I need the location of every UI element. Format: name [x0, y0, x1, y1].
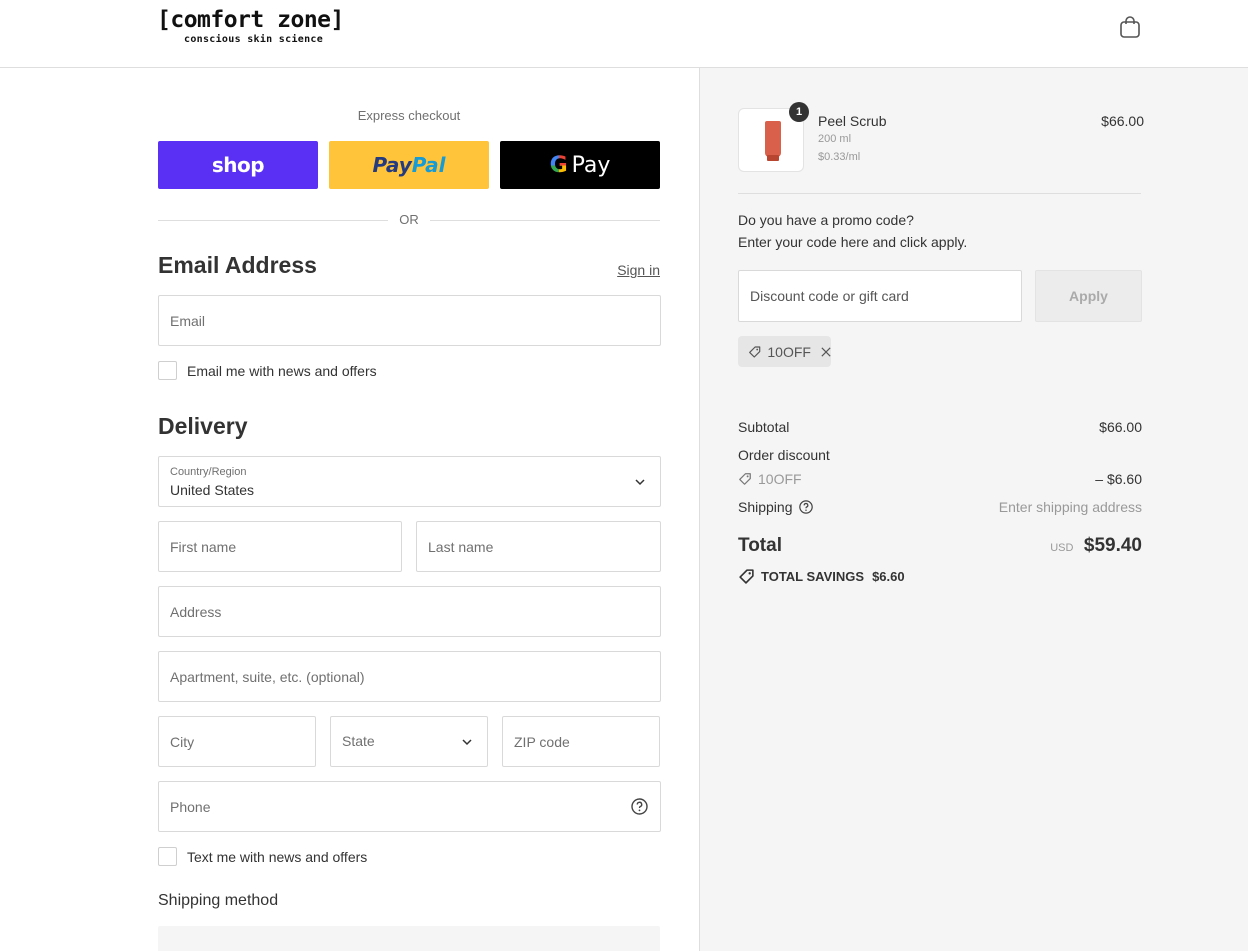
- shipping-row: Shipping: [738, 499, 813, 515]
- country-select[interactable]: Country/Region United States: [158, 456, 661, 507]
- product-price: $66.00: [1101, 113, 1144, 129]
- paypal-label-pal: Pal: [411, 153, 446, 177]
- paypal-label-pay: Pay: [372, 153, 412, 177]
- order-summary: 1 Peel Scrub 200 ml $0.33/ml $66.00 Do y…: [699, 68, 1248, 951]
- paypal-button[interactable]: Pay Pal: [329, 141, 489, 189]
- phone-placeholder: Phone: [170, 799, 211, 815]
- shop-pay-label: shop: [211, 153, 265, 177]
- total-savings-row: TOTAL SAVINGS $6.60: [738, 568, 905, 585]
- help-circle-icon[interactable]: [798, 500, 813, 514]
- sign-in-link[interactable]: Sign in: [600, 262, 660, 278]
- chevron-down-icon: [462, 739, 472, 746]
- discount-placeholder: Discount code or gift card: [750, 288, 909, 304]
- applied-discount-chip: 10OFF: [738, 336, 831, 367]
- phone-input[interactable]: Phone: [158, 781, 661, 832]
- sms-newsletter-checkbox[interactable]: [158, 847, 177, 866]
- tag-icon: [739, 473, 751, 485]
- apartment-input[interactable]: Apartment, suite, etc. (optional): [158, 651, 661, 702]
- quantity-badge: 1: [789, 102, 809, 122]
- email-input[interactable]: Email: [158, 295, 661, 346]
- zip-input[interactable]: ZIP code: [502, 716, 660, 767]
- discount-amount: – $6.60: [1095, 471, 1142, 487]
- email-placeholder: Email: [170, 313, 206, 329]
- sms-newsletter-row[interactable]: Text me with news and offers: [158, 847, 367, 866]
- last-name-placeholder: Last name: [428, 539, 494, 555]
- product-unit-price: $0.33/ml: [818, 151, 861, 163]
- first-name-placeholder: First name: [170, 539, 237, 555]
- total-label: Total: [738, 535, 782, 556]
- shipping-method-title: Shipping method: [158, 892, 279, 909]
- zip-placeholder: ZIP code: [514, 734, 570, 750]
- first-name-input[interactable]: First name: [158, 521, 402, 572]
- city-input[interactable]: City: [158, 716, 316, 767]
- promo-question-text: Do you have a promo code?: [738, 212, 914, 228]
- shipping-method-box: [158, 926, 660, 951]
- state-placeholder: State: [342, 733, 375, 749]
- total-savings-amount: $6.60: [872, 569, 905, 584]
- checkout-form: Express checkout shop Pay Pal G Pay OR Em…: [0, 68, 699, 951]
- total-amount: $59.40: [1083, 535, 1142, 556]
- total-savings-label: TOTAL SAVINGS: [761, 569, 865, 584]
- discount-code-input[interactable]: Discount code or gift card: [738, 270, 1022, 322]
- delivery-section-title: Delivery: [158, 413, 248, 439]
- promo-hint-text: Enter your code here and click apply.: [738, 234, 968, 250]
- shipping-label: Shipping: [738, 499, 793, 515]
- header: [comfort zone] conscious skin science: [0, 0, 1248, 68]
- order-discount-label: Order discount: [738, 447, 830, 463]
- chevron-down-icon: [635, 479, 645, 486]
- google-g-icon: G: [549, 152, 568, 178]
- close-icon[interactable]: [821, 346, 831, 358]
- shipping-value: Enter shipping address: [998, 499, 1142, 515]
- email-section-title: Email Address: [158, 252, 317, 278]
- summary-divider: [738, 193, 1141, 194]
- currency-code: USD: [1050, 542, 1074, 554]
- logo-wordmark: [comfort zone]: [157, 7, 344, 33]
- address-placeholder: Address: [170, 604, 222, 620]
- product-size: 200 ml: [818, 133, 852, 145]
- total-value-group: USD $59.40: [942, 535, 1142, 557]
- discount-code-name: 10OFF: [758, 471, 802, 487]
- product-image-cap: [767, 155, 779, 161]
- applied-discount-code: 10OFF: [767, 343, 811, 360]
- logo-tagline: conscious skin science: [184, 34, 324, 45]
- address-input[interactable]: Address: [158, 586, 661, 637]
- country-label: Country/Region: [170, 466, 247, 478]
- brand-logo[interactable]: [comfort zone] conscious skin science: [157, 6, 347, 46]
- state-select[interactable]: State: [330, 716, 488, 767]
- product-image: [765, 121, 781, 157]
- sms-newsletter-label: Text me with news and offers: [187, 848, 368, 865]
- city-placeholder: City: [170, 734, 195, 750]
- apply-discount-button[interactable]: Apply: [1035, 270, 1142, 322]
- email-newsletter-checkbox[interactable]: [158, 361, 177, 380]
- subtotal-label: Subtotal: [738, 419, 790, 435]
- subtotal-value: $66.00: [1099, 419, 1142, 435]
- email-newsletter-row[interactable]: Email me with news and offers: [158, 361, 377, 380]
- google-pay-button[interactable]: G Pay: [500, 141, 660, 189]
- help-circle-icon[interactable]: [631, 798, 648, 815]
- shop-pay-button[interactable]: shop: [158, 141, 318, 189]
- google-pay-label: Pay: [571, 152, 611, 178]
- tag-icon: [739, 569, 754, 584]
- or-divider: OR: [158, 211, 660, 229]
- apartment-placeholder: Apartment, suite, etc. (optional): [170, 669, 365, 685]
- last-name-input[interactable]: Last name: [416, 521, 661, 572]
- express-checkout-label: Express checkout: [357, 108, 461, 123]
- shopping-bag-icon[interactable]: [1119, 15, 1141, 39]
- email-newsletter-label: Email me with news and offers: [187, 362, 377, 379]
- product-name: Peel Scrub: [818, 113, 887, 129]
- discount-code-row: 10OFF: [738, 471, 802, 487]
- country-value: United States: [170, 482, 255, 498]
- tag-icon: [749, 345, 761, 358]
- promo-question: Do you have a promo code? Enter your cod…: [738, 211, 967, 251]
